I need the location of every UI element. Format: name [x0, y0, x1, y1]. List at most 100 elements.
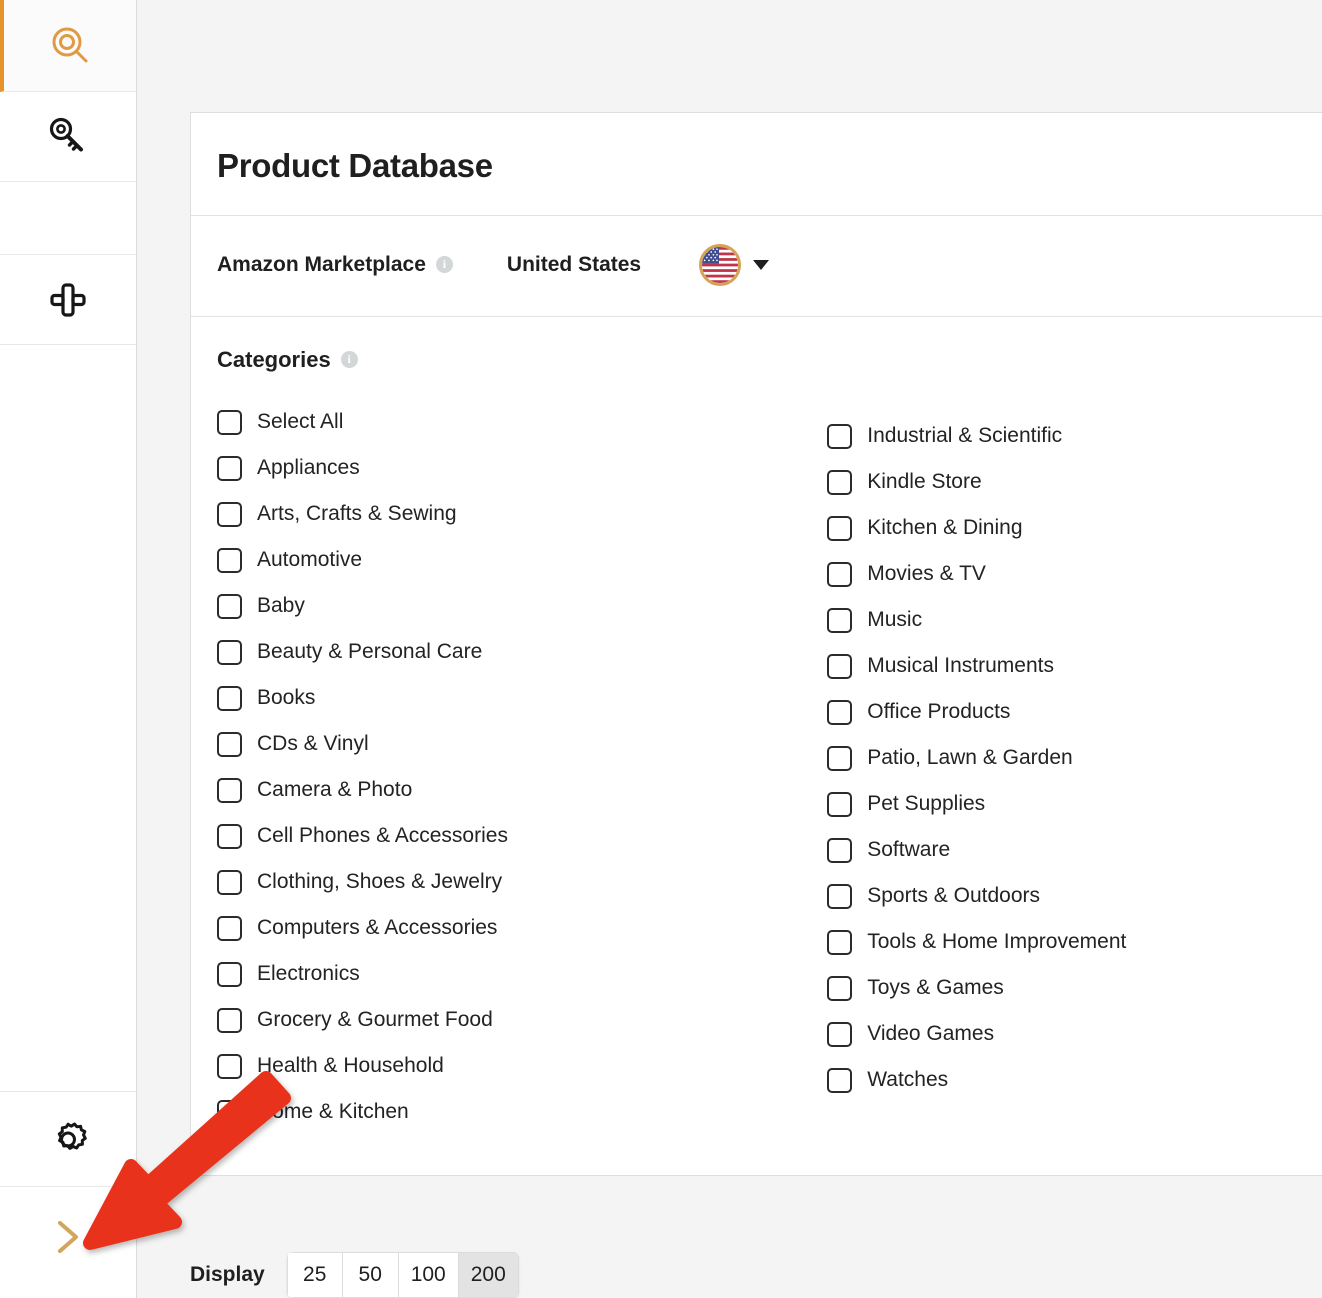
checkbox-unchecked-icon[interactable] [217, 731, 242, 757]
category-row[interactable]: Home & Kitchen [217, 1089, 827, 1135]
checkbox-unchecked-icon[interactable] [217, 639, 242, 665]
categories-heading: Categories i [217, 347, 1304, 373]
checkbox-unchecked-icon[interactable] [827, 469, 853, 495]
category-label: CDs & Vinyl [257, 732, 369, 755]
display-option-100[interactable]: 100 [398, 1252, 459, 1298]
checkbox-unchecked-icon[interactable] [827, 607, 853, 633]
category-row[interactable]: Tools & Home Improvement [827, 919, 1304, 965]
category-row[interactable]: Sports & Outdoors [827, 873, 1304, 919]
category-row[interactable]: Automotive [217, 537, 827, 583]
gear-icon [46, 1117, 90, 1161]
display-option-200[interactable]: 200 [458, 1252, 519, 1298]
category-row[interactable]: Appliances [217, 445, 827, 491]
category-row[interactable]: Books [217, 675, 827, 721]
checkbox-unchecked-icon[interactable] [217, 777, 242, 803]
checkbox-unchecked-icon[interactable] [217, 501, 242, 527]
checkbox-unchecked-icon[interactable] [827, 699, 853, 725]
sidebar-expand-button[interactable] [0, 1187, 136, 1287]
category-row[interactable]: Industrial & Scientific [827, 413, 1304, 459]
page-title: Product Database [217, 147, 493, 184]
category-row[interactable]: Watches [827, 1057, 1304, 1103]
category-label: Tools & Home Improvement [867, 930, 1127, 953]
info-icon[interactable]: i [435, 255, 453, 273]
sidebar-item-settings[interactable] [0, 1092, 136, 1187]
category-row[interactable]: Office Products [827, 689, 1304, 735]
checkbox-unchecked-icon[interactable] [827, 929, 853, 955]
display-row: Display 25 50 100 200 [190, 1252, 519, 1298]
category-label: Cell Phones & Accessories [257, 824, 508, 847]
checkbox-unchecked-icon[interactable] [827, 1021, 853, 1047]
checkbox-unchecked-icon[interactable] [217, 869, 242, 895]
category-row[interactable]: Toys & Games [827, 965, 1304, 1011]
sidebar-item-product-database[interactable] [0, 0, 136, 92]
checkbox-unchecked-icon[interactable] [217, 823, 242, 849]
category-label: Beauty & Personal Care [257, 640, 483, 663]
category-label: Grocery & Gourmet Food [257, 1008, 493, 1031]
category-row[interactable]: Patio, Lawn & Garden [827, 735, 1304, 781]
category-row[interactable]: Baby [217, 583, 827, 629]
category-label: Camera & Photo [257, 778, 413, 801]
checkbox-unchecked-icon[interactable] [827, 837, 853, 863]
categories-right-column: Industrial & Scientific Kindle Store Kitch… [827, 399, 1304, 1135]
checkbox-unchecked-icon[interactable] [217, 409, 242, 435]
sidebar-item-keyword-tool[interactable] [0, 92, 136, 182]
category-row[interactable]: Electronics [217, 951, 827, 997]
checkbox-unchecked-icon[interactable] [827, 1067, 853, 1093]
category-row[interactable]: Camera & Photo [217, 767, 827, 813]
checkbox-unchecked-icon[interactable] [217, 593, 242, 619]
checkbox-unchecked-icon[interactable] [217, 961, 242, 987]
checkbox-unchecked-icon[interactable] [827, 791, 853, 817]
checkbox-unchecked-icon[interactable] [827, 975, 853, 1001]
category-label: Watches [867, 1068, 949, 1091]
category-label: Software [867, 838, 951, 861]
category-row[interactable]: Musical Instruments [827, 643, 1304, 689]
category-row[interactable]: Kindle Store [827, 459, 1304, 505]
category-row[interactable]: CDs & Vinyl [217, 721, 827, 767]
categories-left-column: Select All Appliances Arts, Crafts & Sewin… [217, 399, 827, 1135]
checkbox-unchecked-icon[interactable] [827, 745, 853, 771]
sidebar-item-extension-tool[interactable] [0, 255, 136, 345]
checkbox-unchecked-icon[interactable] [217, 1053, 242, 1079]
category-row[interactable]: Movies & TV [827, 551, 1304, 597]
info-icon[interactable]: i [340, 350, 358, 368]
checkbox-unchecked-icon[interactable] [827, 883, 853, 909]
category-row[interactable]: Beauty & Personal Care [217, 629, 827, 675]
display-option-25[interactable]: 25 [286, 1252, 343, 1298]
checkbox-unchecked-icon[interactable] [217, 1099, 242, 1125]
checkbox-unchecked-icon[interactable] [827, 653, 853, 679]
main-content: Product Database Amazon Marketplace i Un… [138, 0, 1322, 1298]
sidebar-item-blank-slot[interactable] [0, 182, 136, 255]
checkbox-unchecked-icon[interactable] [217, 1007, 242, 1033]
category-label: Office Products [867, 700, 1011, 723]
checkbox-unchecked-icon[interactable] [217, 915, 242, 941]
category-row[interactable]: Pet Supplies [827, 781, 1304, 827]
checkbox-unchecked-icon[interactable] [827, 515, 853, 541]
category-row[interactable]: Computers & Accessories [217, 905, 827, 951]
category-row[interactable]: Select All [217, 399, 827, 445]
category-label: Home & Kitchen [257, 1100, 409, 1123]
category-label: Clothing, Shoes & Jewelry [257, 870, 503, 893]
category-row[interactable]: Arts, Crafts & Sewing [217, 491, 827, 537]
category-row[interactable]: Video Games [827, 1011, 1304, 1057]
category-label: Patio, Lawn & Garden [867, 746, 1073, 769]
checkbox-unchecked-icon[interactable] [827, 561, 853, 587]
marketplace-selector[interactable] [699, 244, 770, 286]
display-option-50[interactable]: 50 [342, 1252, 399, 1298]
checkbox-unchecked-icon[interactable] [217, 455, 242, 481]
category-row[interactable]: Cell Phones & Accessories [217, 813, 827, 859]
category-row[interactable]: Grocery & Gourmet Food [217, 997, 827, 1043]
category-row[interactable]: Health & Household [217, 1043, 827, 1089]
category-row[interactable]: Kitchen & Dining [827, 505, 1304, 551]
plug-icon [45, 277, 91, 323]
category-row[interactable]: Software [827, 827, 1304, 873]
checkbox-unchecked-icon[interactable] [827, 423, 853, 449]
category-label: Electronics [257, 962, 360, 985]
categories-section: Categories i Select All Appliances Arts, C… [191, 317, 1322, 1175]
category-label: Kitchen & Dining [867, 516, 1023, 539]
category-row[interactable]: Clothing, Shoes & Jewelry [217, 859, 827, 905]
sidebar-spacer [0, 345, 136, 1092]
caret-down-icon [753, 260, 770, 270]
checkbox-unchecked-icon[interactable] [217, 685, 242, 711]
category-row[interactable]: Music [827, 597, 1304, 643]
checkbox-unchecked-icon[interactable] [217, 547, 242, 573]
